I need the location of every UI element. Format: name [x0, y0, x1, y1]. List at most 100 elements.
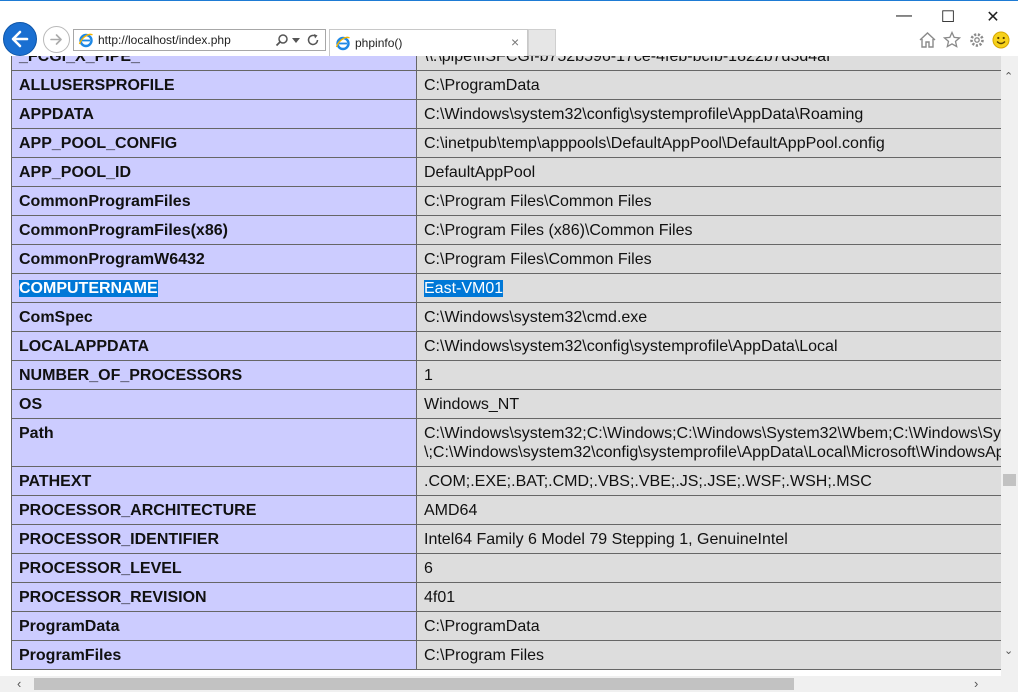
settings-gear-icon[interactable] — [968, 31, 986, 49]
env-var-value: C:\Program Files — [416, 640, 1001, 670]
env-var-name-text: LOCALAPPDATA — [19, 338, 150, 355]
home-icon[interactable] — [918, 31, 937, 49]
environment-table: _FCGI_X_PIPE_ \\.\pipe\IISFCGI-b752b596-1… — [11, 56, 1001, 670]
forward-button[interactable] — [43, 26, 70, 53]
table-row: _FCGI_X_PIPE_ \\.\pipe\IISFCGI-b752b596-1… — [11, 56, 1001, 71]
env-var-value-text: 1 — [424, 367, 433, 384]
table-row: LOCALAPPDATA C:\Windows\system32\config\s… — [11, 331, 1001, 361]
table-row: Path C:\Windows\system32;C:\Windows;C:\Wi… — [11, 418, 1001, 467]
env-var-name-text: ProgramFiles — [19, 647, 122, 664]
env-var-name-text: PROCESSOR_IDENTIFIER — [19, 531, 220, 548]
tab-close-icon[interactable]: × — [511, 34, 519, 50]
ie-logo-icon — [78, 33, 93, 48]
env-var-value-text: C:\Program Files\Common Files — [424, 193, 652, 210]
refresh-icon[interactable] — [306, 33, 320, 47]
new-tab-button[interactable] — [528, 29, 556, 56]
env-var-value-text: Windows_NT — [424, 396, 520, 413]
table-row: ProgramFiles C:\Program Files — [11, 640, 1001, 670]
env-var-value: 1 — [416, 360, 1001, 390]
env-var-name: CommonProgramFiles(x86) — [11, 215, 417, 245]
address-bar[interactable]: http://localhost/index.php — [73, 29, 326, 51]
env-var-value: C:\Program Files\Common Files — [416, 244, 1001, 274]
scroll-up-icon[interactable]: ⌃ — [1004, 70, 1013, 83]
dropdown-icon[interactable] — [292, 38, 300, 44]
env-var-name: PROCESSOR_ARCHITECTURE — [11, 495, 417, 525]
search-icon[interactable] — [275, 33, 289, 47]
minimize-button[interactable]: — — [894, 7, 914, 25]
env-var-value-text: \\.\pipe\IISFCGI-b752b596-17ce-4feb-bcfb… — [424, 56, 831, 65]
maximize-button[interactable]: ☐ — [938, 7, 958, 27]
env-var-value: C:\Program Files\Common Files — [416, 186, 1001, 216]
env-var-value: 4f01 — [416, 582, 1001, 612]
env-var-value-text: C:\Windows\system32\cmd.exe — [424, 309, 648, 326]
table-row: OS Windows_NT — [11, 389, 1001, 419]
table-row: ALLUSERSPROFILE C:\ProgramData — [11, 70, 1001, 100]
env-var-name-text: ComSpec — [19, 309, 93, 326]
env-var-value-text: C:\inetpub\temp\apppools\DefaultAppPool\… — [424, 135, 885, 152]
env-var-name: PROCESSOR_REVISION — [11, 582, 417, 612]
env-var-name-text: PATHEXT — [19, 473, 92, 490]
env-var-name: OS — [11, 389, 417, 419]
env-var-name-text: APPDATA — [19, 106, 94, 123]
env-var-name-text: _FCGI_X_PIPE_ — [19, 56, 140, 65]
env-var-name-text: ProgramData — [19, 618, 120, 635]
back-button[interactable] — [3, 22, 37, 56]
env-var-value-text: East-VM01 — [424, 280, 504, 297]
env-var-value: 6 — [416, 553, 1001, 583]
vertical-scrollbar[interactable]: ⌃ ⌄ — [1001, 56, 1018, 676]
env-var-value-text: C:\ProgramData — [424, 77, 540, 94]
env-var-value: Intel64 Family 6 Model 79 Stepping 1, Ge… — [416, 524, 1001, 554]
env-var-name-text: ALLUSERSPROFILE — [19, 77, 175, 94]
table-row: CommonProgramFiles C:\Program Files\Commo… — [11, 186, 1001, 216]
scroll-right-icon[interactable]: › — [974, 676, 978, 691]
env-var-value-text: AMD64 — [424, 502, 478, 519]
env-var-value: C:\inetpub\temp\apppools\DefaultAppPool\… — [416, 128, 1001, 158]
env-var-value-text: C:\Windows\system32\config\systemprofile… — [424, 338, 838, 355]
env-var-value: C:\Windows\system32;C:\Windows;C:\Window… — [416, 418, 1001, 467]
horizontal-scrollbar[interactable]: ‹ › — [0, 676, 1001, 692]
scrollbar-corner — [1001, 676, 1018, 692]
horizontal-scroll-thumb[interactable] — [34, 678, 794, 690]
table-row: APPDATA C:\Windows\system32\config\system… — [11, 99, 1001, 129]
favorites-star-icon[interactable] — [943, 31, 961, 49]
env-var-value-text: C:\Windows\system32\config\systemprofile… — [424, 106, 864, 123]
env-var-value: AMD64 — [416, 495, 1001, 525]
env-var-name: PATHEXT — [11, 466, 417, 496]
env-var-value: Windows_NT — [416, 389, 1001, 419]
table-row: CommonProgramW6432 C:\Program Files\Commo… — [11, 244, 1001, 274]
table-row: PROCESSOR_LEVEL 6 — [11, 553, 1001, 583]
table-row: ProgramData C:\ProgramData — [11, 611, 1001, 641]
table-row: PROCESSOR_ARCHITECTURE AMD64 — [11, 495, 1001, 525]
env-var-value: C:\ProgramData — [416, 611, 1001, 641]
table-row: PATHEXT .COM;.EXE;.BAT;.CMD;.VBS;.VBE;.JS… — [11, 466, 1001, 496]
table-row: COMPUTERNAME East-VM01 — [11, 273, 1001, 303]
env-var-value: C:\Windows\system32\config\systemprofile… — [416, 99, 1001, 129]
env-var-value-text: \;C:\Windows\system32\config\systemprofi… — [424, 444, 1001, 461]
tab-phpinfo[interactable]: phpinfo() × — [329, 29, 528, 56]
env-var-value-text: 4f01 — [424, 589, 456, 606]
env-var-name: APP_POOL_ID — [11, 157, 417, 187]
env-var-name: ComSpec — [11, 302, 417, 332]
env-var-name: Path — [11, 418, 417, 467]
env-var-name: ProgramData — [11, 611, 417, 641]
env-var-name: _FCGI_X_PIPE_ — [11, 56, 417, 71]
address-url[interactable]: http://localhost/index.php — [98, 33, 231, 47]
smiley-feedback-icon[interactable] — [992, 31, 1010, 49]
tab-title: phpinfo() — [355, 36, 403, 50]
env-var-name: PROCESSOR_LEVEL — [11, 553, 417, 583]
env-var-value-text: C:\ProgramData — [424, 618, 540, 635]
env-var-name: APP_POOL_CONFIG — [11, 128, 417, 158]
table-row: APP_POOL_CONFIG C:\inetpub\temp\apppools\… — [11, 128, 1001, 158]
vertical-scroll-thumb[interactable] — [1003, 474, 1016, 486]
env-var-name-text: APP_POOL_ID — [19, 164, 132, 181]
scroll-left-icon[interactable]: ‹ — [17, 676, 21, 691]
close-button[interactable]: ✕ — [983, 7, 1003, 27]
env-var-value: DefaultAppPool — [416, 157, 1001, 187]
table-row: CommonProgramFiles(x86) C:\Program Files … — [11, 215, 1001, 245]
env-var-value-text: C:\Program Files\Common Files — [424, 251, 652, 268]
scroll-down-icon[interactable]: ⌄ — [1004, 644, 1013, 657]
env-var-name-text: CommonProgramW6432 — [19, 251, 205, 268]
env-var-value: .COM;.EXE;.BAT;.CMD;.VBS;.VBE;.JS;.JSE;.… — [416, 466, 1001, 496]
ie-logo-icon — [335, 36, 350, 51]
env-var-name: CommonProgramFiles — [11, 186, 417, 216]
